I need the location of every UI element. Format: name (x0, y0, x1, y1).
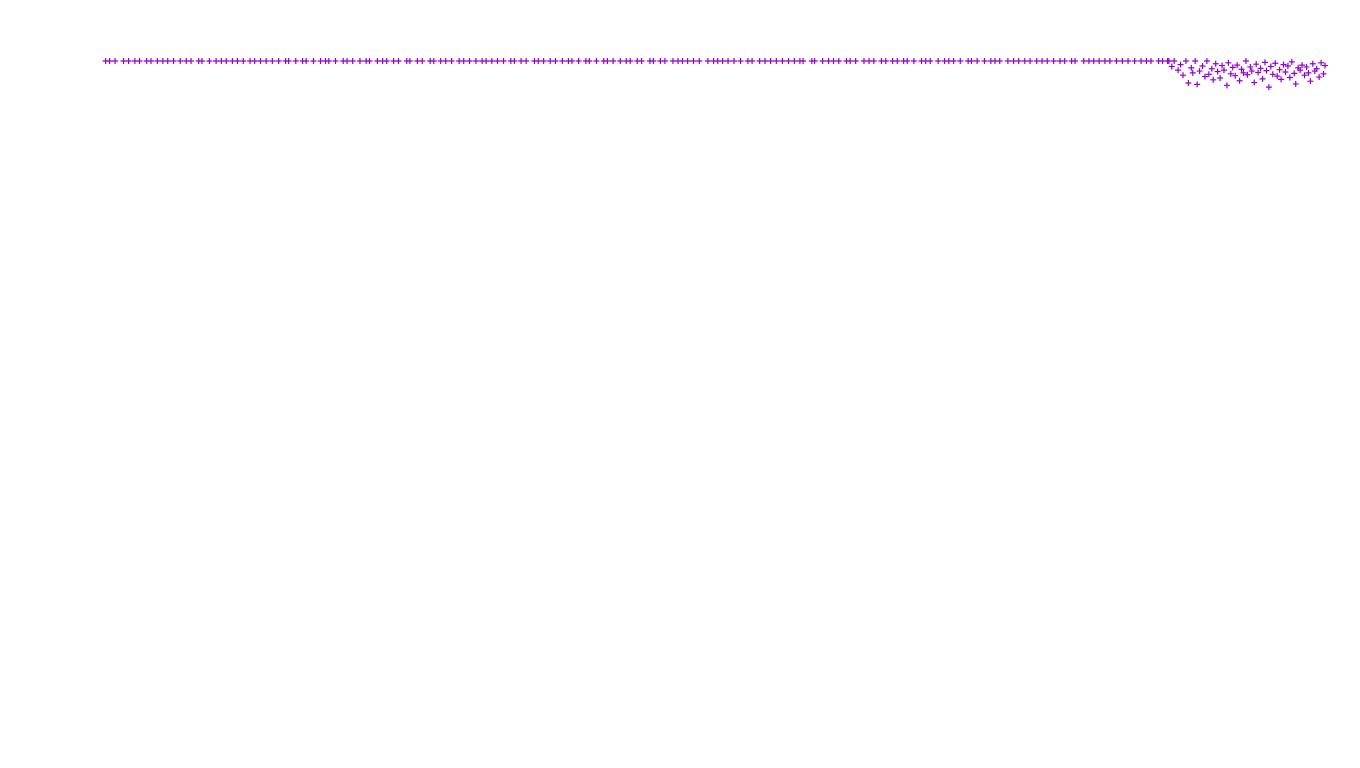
scatter-markers (103, 58, 1328, 90)
scatter-chart (0, 0, 1360, 768)
